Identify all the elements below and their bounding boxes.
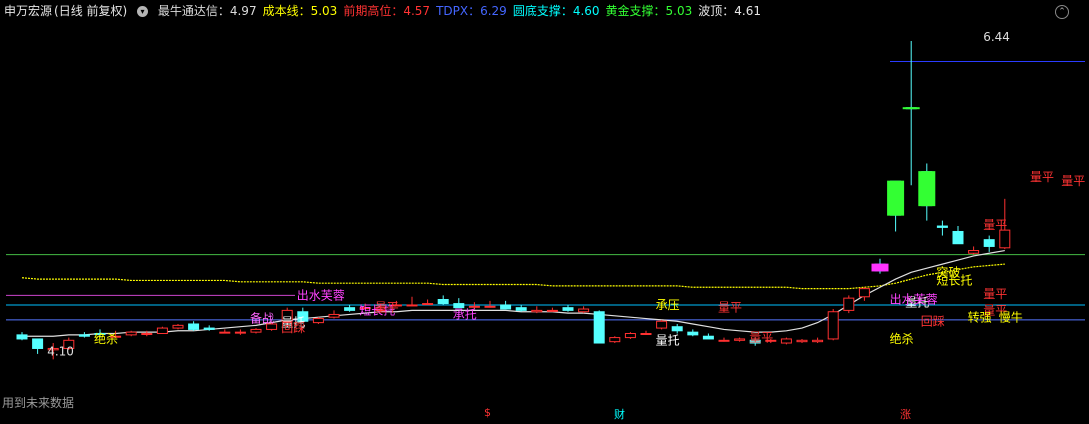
chart-annotation: 承压	[656, 298, 680, 312]
highlight-candle	[871, 263, 889, 272]
candle-body	[858, 288, 870, 298]
candle-body	[515, 307, 527, 311]
candle-body	[437, 299, 449, 305]
chart-annotation: 回踩	[921, 314, 945, 328]
candle-body	[500, 304, 512, 310]
chart-annotation: 备战	[250, 312, 274, 326]
candle-body	[796, 339, 808, 343]
candle-body	[656, 320, 668, 329]
candle-body	[593, 311, 605, 344]
chart-annotation: 量托	[656, 333, 680, 347]
candle-body	[141, 333, 153, 336]
candle-body	[250, 328, 262, 333]
candle-body	[234, 331, 246, 334]
axis-mark: 涨	[900, 408, 911, 421]
candle-body	[843, 297, 855, 311]
candle-body	[812, 339, 824, 343]
candle-body	[827, 311, 839, 340]
candle-body	[16, 334, 28, 340]
candle-body	[624, 333, 636, 339]
axis-mark: $	[484, 406, 491, 419]
candle-body	[203, 327, 215, 330]
chart-annotation: 出水芙蓉	[297, 289, 345, 303]
candle-body	[718, 339, 730, 342]
footer-note: 用到未来数据	[2, 396, 75, 410]
highlight-candle	[902, 107, 920, 110]
chart-annotation: 慢牛	[999, 309, 1023, 324]
candle-body	[344, 307, 356, 311]
candle-body	[562, 307, 574, 311]
ma-line	[22, 249, 1005, 337]
candle-body	[328, 313, 340, 318]
candle-body	[546, 309, 558, 312]
chart-annotation: 承托	[453, 308, 477, 322]
chart-annotation: 量平	[1061, 174, 1085, 188]
candle-body	[780, 338, 792, 344]
chart-annotation: 绝杀	[94, 331, 118, 346]
candle-body	[78, 334, 90, 337]
candle-body	[312, 318, 324, 324]
chart-annotation: 4.10	[47, 344, 74, 358]
candle-body	[219, 331, 231, 334]
chart-annotation: 量平	[375, 301, 399, 315]
candle-body	[406, 304, 418, 307]
ma-line	[21, 263, 1005, 290]
candle-body	[671, 326, 683, 332]
candle-body	[422, 303, 434, 306]
candle-body	[531, 309, 543, 313]
axis-mark: 财	[614, 408, 625, 421]
candlestick-chart: 4.10绝杀量托回踩备战出水芙蓉短长托量平 承托承压量托量平量平 绝杀量托出水芙蓉回…	[6, 30, 1085, 360]
candle-body	[484, 305, 496, 308]
candle-body	[999, 229, 1011, 249]
chart-annotation: 量平	[983, 287, 1007, 301]
candle-body	[983, 239, 995, 247]
chart-annotation: 量平	[983, 218, 1007, 232]
candle-body	[578, 308, 590, 313]
chart-annotation: 绝杀	[890, 331, 914, 346]
candle-body	[734, 338, 746, 341]
candle-body	[702, 335, 714, 340]
candle-body	[125, 331, 137, 336]
chart-annotation: 回踩	[281, 321, 305, 335]
candle-body	[936, 225, 948, 228]
candle-body	[968, 250, 980, 254]
chart-annotation: 6.44	[983, 30, 1010, 44]
candle-body	[952, 230, 964, 245]
candle-body	[172, 324, 184, 329]
chart-annotation: 出水芙蓉	[890, 293, 938, 307]
chart-annotation: 短长托	[936, 274, 972, 288]
candle-body	[32, 338, 44, 349]
candle-body	[687, 331, 699, 336]
chart-annotation: 量平	[1030, 170, 1054, 184]
candle-body	[156, 327, 168, 335]
chart-annotation: 转强	[968, 309, 992, 324]
candle-body	[640, 333, 652, 336]
candle-body	[188, 323, 200, 330]
chart-annotation: 量平	[749, 331, 773, 345]
highlight-candle	[918, 171, 936, 207]
candle-body	[609, 337, 621, 343]
highlight-candle	[887, 180, 905, 216]
chart-annotation: 量平	[718, 301, 742, 315]
